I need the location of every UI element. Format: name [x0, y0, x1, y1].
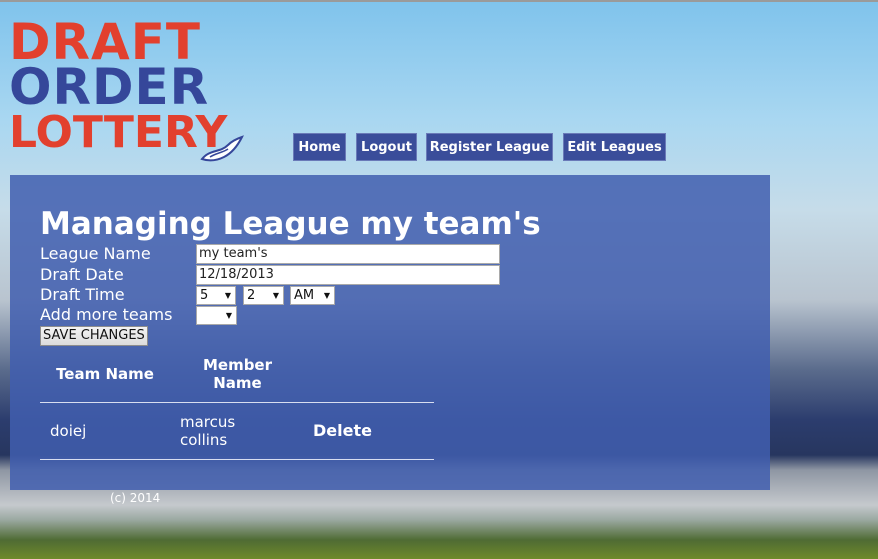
table-divider-top — [40, 402, 434, 403]
draft-minute-value: 2 — [247, 288, 256, 303]
league-name-label: League Name — [40, 244, 151, 263]
member-header-line1: Member — [202, 356, 273, 374]
logo-line-lottery: LOTTERY — [9, 107, 228, 158]
nav-register-league-button[interactable]: Register League — [426, 133, 553, 161]
draft-minute-select[interactable]: 2 ▼ — [243, 286, 284, 305]
draft-time-label: Draft Time — [40, 285, 125, 304]
draft-hour-value: 5 — [200, 288, 209, 303]
draft-ampm-select[interactable]: AM ▼ — [290, 286, 335, 305]
table-divider-bottom — [40, 459, 434, 460]
logo-line-order: ORDER — [9, 58, 210, 116]
member-name-line2: collins — [180, 431, 228, 449]
member-name-cell: marcus collins — [180, 413, 235, 449]
draft-date-input[interactable]: 12/18/2013 — [196, 265, 500, 285]
flag-icon — [200, 135, 244, 162]
chevron-down-icon: ▼ — [323, 291, 330, 300]
add-teams-label: Add more teams — [40, 305, 173, 324]
league-name-input[interactable]: my team's — [196, 244, 500, 264]
nav-edit-leagues-button[interactable]: Edit Leagues — [563, 133, 666, 161]
manage-league-panel: Managing League my team's League Name my… — [10, 175, 770, 490]
page-title: Managing League my team's — [40, 206, 541, 242]
team-name-header: Team Name — [56, 365, 154, 383]
chevron-down-icon: ▼ — [272, 291, 279, 300]
draft-date-label: Draft Date — [40, 265, 124, 284]
nav-home-button[interactable]: Home — [293, 133, 346, 161]
add-teams-select[interactable]: ▼ — [196, 306, 237, 325]
draft-ampm-value: AM — [294, 288, 315, 303]
site-logo[interactable]: DRAFT ORDER LOTTERY — [9, 17, 228, 158]
nav-logout-button[interactable]: Logout — [356, 133, 417, 161]
member-name-line1: marcus — [180, 413, 236, 431]
copyright-footer: (c) 2014 — [110, 491, 161, 505]
window-top-border — [0, 0, 878, 2]
team-name-cell: doiej — [50, 422, 87, 440]
member-header-line2: Name — [213, 374, 262, 392]
chevron-down-icon: ▼ — [224, 291, 231, 300]
save-changes-button[interactable]: SAVE CHANGES — [40, 326, 148, 346]
delete-team-link[interactable]: Delete — [313, 421, 372, 440]
member-name-header: Member Name — [190, 356, 285, 392]
draft-hour-select[interactable]: 5 ▼ — [196, 286, 236, 305]
chevron-down-icon: ▼ — [225, 311, 232, 320]
